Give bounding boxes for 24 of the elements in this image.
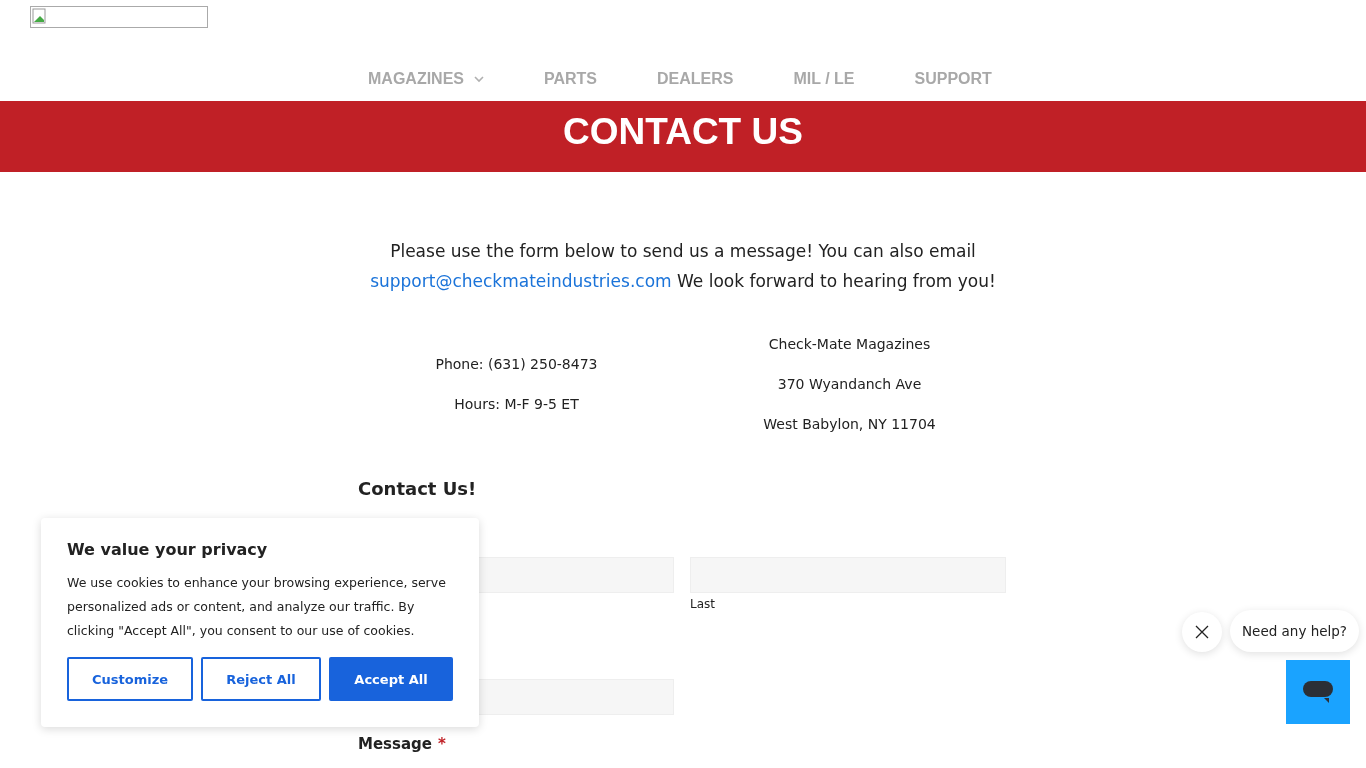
page-title: CONTACT US <box>563 111 803 154</box>
cookie-text: We use cookies to enhance your browsing experience, serve personalized ads or content, and analyze our traffic. By clicking "Accept All", you consent to our use of cookies. <box>67 574 447 640</box>
intro-text: Please use the form below to send us a message! You can also email support@checkmateindustries.com We look forward to hearing from you! <box>369 240 997 293</box>
chat-button[interactable] <box>1286 660 1350 724</box>
contact-detail: Phone: (631) 250-8473 <box>435 355 598 374</box>
cookie-button[interactable]: Customize <box>67 657 193 701</box>
close-button[interactable] <box>1182 612 1222 652</box>
cookie-button[interactable]: Reject All <box>201 657 321 701</box>
close-icon <box>1195 625 1209 639</box>
required-mark: * <box>438 735 446 753</box>
contact-detail: Hours: M-F 9-5 ET <box>454 395 579 414</box>
address-line: Check-Mate Magazines <box>768 335 931 354</box>
cookie-title: We value your privacy <box>67 540 269 559</box>
accept-button[interactable]: Accept All <box>329 657 453 701</box>
address-line: 370 Wyandanch Ave <box>777 375 922 394</box>
speech-bubble-icon <box>1302 679 1334 705</box>
chat-prompt[interactable]: Need any help? <box>1230 610 1360 652</box>
field-label: Message <box>358 735 432 753</box>
address-line: West Babylon, NY 11704 <box>763 415 936 434</box>
chevron-down-icon <box>474 75 484 83</box>
field-sublabel: Last <box>690 597 716 611</box>
form-title: Contact Us! <box>358 478 478 499</box>
broken-image-icon[interactable] <box>30 6 208 28</box>
email-link[interactable]: support@checkmateindustries.com <box>370 271 672 291</box>
